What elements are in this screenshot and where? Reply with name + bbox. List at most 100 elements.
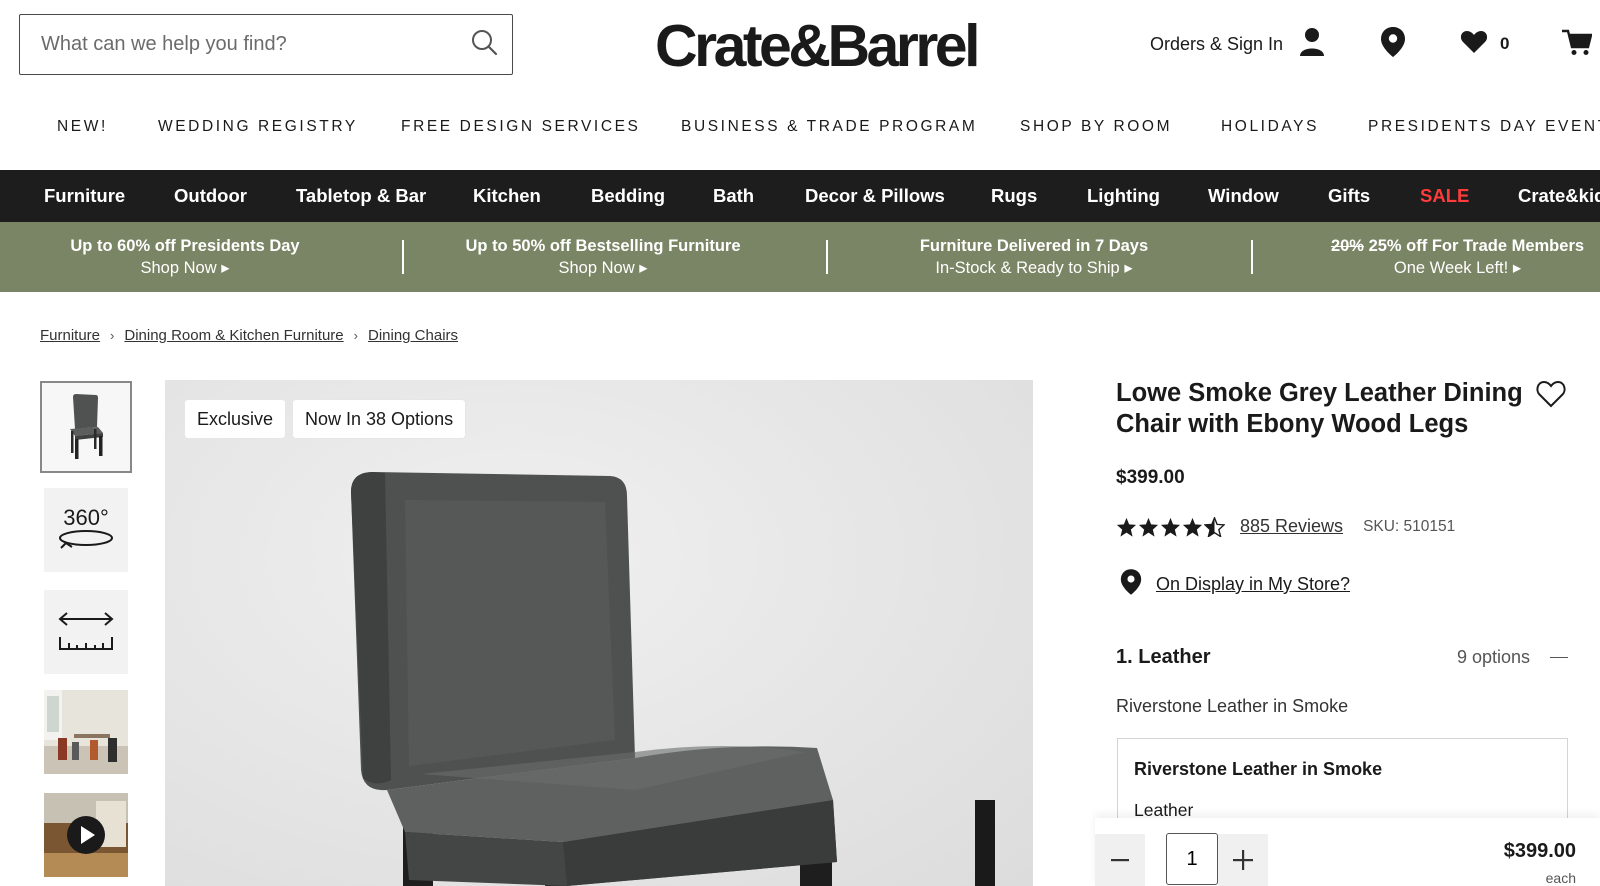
add-to-favorites-button[interactable] xyxy=(1536,380,1566,413)
category-decor-pillows[interactable]: Decor & Pillows xyxy=(805,185,945,207)
promo-old-discount: 20% xyxy=(1330,237,1364,255)
option-card-name: Riverstone Leather in Smoke xyxy=(1134,759,1383,779)
half-star-icon xyxy=(1204,516,1225,537)
quantity-input[interactable] xyxy=(1166,833,1218,885)
promo-cta: One Week Left! ▸ xyxy=(1393,259,1522,277)
price-unit: each xyxy=(1545,870,1576,886)
category-crate-kids[interactable]: Crate&kids xyxy=(1518,185,1600,207)
store-display-row[interactable]: On Display in My Store? xyxy=(1120,568,1350,601)
chevron-right-icon: › xyxy=(353,328,358,343)
view-360-icon: 360° xyxy=(58,504,114,554)
category-bedding[interactable]: Bedding xyxy=(591,185,665,207)
promo-presidents-day[interactable]: Up to 60% off Presidents Day Shop Now ▸ xyxy=(15,235,355,279)
category-gifts[interactable]: Gifts xyxy=(1328,185,1370,207)
cart-icon xyxy=(1562,28,1593,61)
breadcrumb-dining-chairs[interactable]: Dining Chairs xyxy=(368,327,458,344)
promo-delivered-7-days[interactable]: Furniture Delivered in 7 Days In-Stock &… xyxy=(864,235,1204,279)
category-furniture[interactable]: Furniture xyxy=(44,185,125,207)
view-360-label: 360° xyxy=(63,504,109,530)
cart-button[interactable] xyxy=(1562,26,1593,62)
star-rating xyxy=(1116,516,1225,537)
location-pin-icon xyxy=(1380,26,1406,63)
top-nav-new[interactable]: NEW! xyxy=(57,118,108,136)
product-main-image[interactable]: Exclusive Now In 38 Options xyxy=(165,380,1033,886)
favorites-count: 0 xyxy=(1500,34,1510,53)
category-rugs[interactable]: Rugs xyxy=(991,185,1037,207)
top-nav-business-trade[interactable]: BUSINESS & TRADE PROGRAM xyxy=(681,118,977,136)
rating-row: 885 Reviews SKU: 510151 xyxy=(1116,516,1455,537)
promo-cta: In-Stock & Ready to Ship ▸ xyxy=(935,259,1133,277)
promo-headline: Up to 60% off Presidents Day xyxy=(70,237,300,255)
promo-divider xyxy=(402,240,404,274)
chevron-right-icon: › xyxy=(110,328,115,343)
top-text-nav: NEW! WEDDING REGISTRY FREE DESIGN SERVIC… xyxy=(0,118,1600,140)
star-icon xyxy=(1160,517,1181,537)
category-kitchen[interactable]: Kitchen xyxy=(473,185,541,207)
thumbnail-video[interactable] xyxy=(44,793,128,877)
search-box[interactable] xyxy=(19,14,513,75)
thumbnail-chair-front[interactable] xyxy=(40,381,132,473)
reviews-link[interactable]: 885 Reviews xyxy=(1240,516,1343,537)
thumbnail-360-view[interactable]: 360° xyxy=(44,488,128,572)
plus-icon xyxy=(1233,850,1253,870)
promo-divider xyxy=(826,240,828,274)
breadcrumb-furniture[interactable]: Furniture xyxy=(40,327,100,344)
minus-icon xyxy=(1111,859,1129,862)
chair-thumbnail-image xyxy=(70,394,103,459)
option-heading: 1. Leather xyxy=(1116,646,1211,668)
promo-cta: Shop Now ▸ xyxy=(558,259,648,277)
option-leather-header[interactable]: 1. Leather 9 options xyxy=(1116,646,1568,669)
quantity-decrease-button[interactable] xyxy=(1095,834,1145,886)
option-card-riverstone-smoke[interactable]: Riverstone Leather in Smoke Leather xyxy=(1117,738,1568,820)
search-input[interactable] xyxy=(41,33,470,56)
promo-trade-members[interactable]: 20% 25% off For Trade Members One Week L… xyxy=(1285,235,1600,279)
promo-bestselling-furniture[interactable]: Up to 50% off Bestselling Furniture Shop… xyxy=(433,235,773,279)
category-nav-bar: Furniture Outdoor Tabletop & Bar Kitchen… xyxy=(0,170,1600,222)
play-icon[interactable] xyxy=(66,815,106,860)
category-tabletop-bar[interactable]: Tabletop & Bar xyxy=(296,185,426,207)
product-price: $399.00 xyxy=(1116,467,1185,488)
orders-sign-in-button[interactable]: Orders & Sign In xyxy=(1150,26,1325,62)
selected-option-label: Riverstone Leather in Smoke xyxy=(1116,696,1349,716)
category-outdoor[interactable]: Outdoor xyxy=(174,185,247,207)
heart-icon xyxy=(1460,30,1488,59)
top-nav-free-design-services[interactable]: FREE DESIGN SERVICES xyxy=(401,118,640,136)
star-icon xyxy=(1138,517,1159,537)
store-locator-button[interactable] xyxy=(1380,26,1406,62)
brand-logo[interactable]: Crate&Barrel xyxy=(655,14,981,78)
purchase-price: $399.00 xyxy=(1503,840,1576,862)
product-title: Lowe Smoke Grey Leather Dining Chair wit… xyxy=(1116,379,1523,438)
breadcrumb-dining-room-kitchen[interactable]: Dining Room & Kitchen Furniture xyxy=(124,327,343,344)
user-icon xyxy=(1299,27,1325,62)
on-display-store-link[interactable]: On Display in My Store? xyxy=(1156,574,1350,595)
promo-bar: Up to 60% off Presidents Day Shop Now ▸ … xyxy=(0,222,1600,292)
favorites-button[interactable]: 0 xyxy=(1460,26,1509,62)
top-nav-shop-by-room[interactable]: SHOP BY ROOM xyxy=(1020,118,1172,136)
top-nav-presidents-day[interactable]: PRESIDENTS DAY EVENT xyxy=(1368,118,1600,136)
promo-headline: Furniture Delivered in 7 Days xyxy=(919,237,1149,255)
category-sale[interactable]: SALE xyxy=(1420,185,1469,207)
promo-new-discount: 25% off For Trade Members xyxy=(1368,237,1585,255)
breadcrumb: Furniture › Dining Room & Kitchen Furnit… xyxy=(40,327,458,344)
quantity-increase-button[interactable] xyxy=(1218,834,1268,886)
option-count: 9 options xyxy=(1456,647,1530,667)
category-bath[interactable]: Bath xyxy=(713,185,754,207)
leather-dining-chair-image xyxy=(351,472,995,886)
promo-cta: Shop Now ▸ xyxy=(140,259,230,277)
promo-divider xyxy=(1251,240,1253,274)
category-window[interactable]: Window xyxy=(1208,185,1279,207)
category-lighting[interactable]: Lighting xyxy=(1087,185,1160,207)
search-icon[interactable] xyxy=(470,28,498,61)
ruler-dimensions-icon xyxy=(58,612,114,650)
location-pin-icon xyxy=(1120,568,1142,601)
promo-headline: 20% 25% off For Trade Members xyxy=(1285,235,1600,257)
top-nav-holidays[interactable]: HOLIDAYS xyxy=(1221,118,1319,136)
collapse-minus-icon[interactable] xyxy=(1550,656,1568,659)
thumbnail-dimensions[interactable] xyxy=(44,590,128,674)
star-icon xyxy=(1182,517,1203,537)
heart-outline-icon xyxy=(1536,380,1566,408)
product-sku: SKU: 510151 xyxy=(1363,517,1456,535)
top-nav-wedding-registry[interactable]: WEDDING REGISTRY xyxy=(158,118,358,136)
thumbnail-room-scene[interactable] xyxy=(44,690,128,774)
purchase-bar: $399.00 each xyxy=(1095,818,1600,886)
